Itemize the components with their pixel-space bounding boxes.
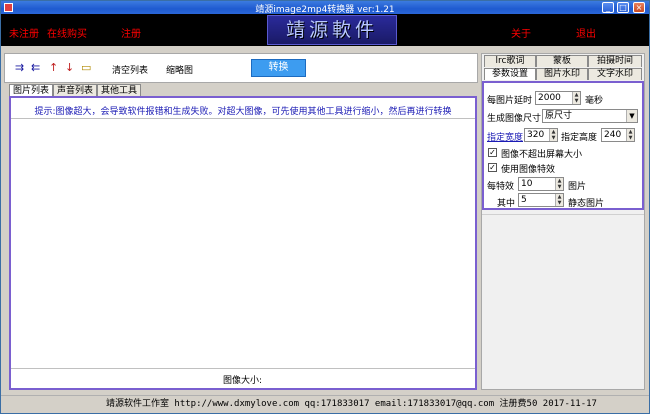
chevron-down-icon[interactable]: ▼ bbox=[626, 110, 637, 122]
divider bbox=[11, 368, 475, 369]
right-empty-panel bbox=[482, 214, 644, 389]
banner-link-buy-online[interactable]: 在线购买 bbox=[47, 25, 87, 40]
add-files-icon[interactable]: ⇉ bbox=[15, 62, 24, 74]
header-banner: 未注册 在线购买 注册 靖源軟件 关于 退出 bbox=[1, 14, 649, 46]
width-label[interactable]: 指定宽度 bbox=[487, 130, 523, 143]
tab-lrc-lyrics[interactable]: lrc歌词 bbox=[484, 55, 536, 67]
static-value: 5 bbox=[521, 195, 527, 205]
banner-link-unregistered[interactable]: 未注册 bbox=[9, 25, 39, 40]
hint-text: 提示:图像超大，会导致软件报错和生成失败。对超大图像，可先使用其他工具进行缩小，… bbox=[34, 107, 452, 117]
image-size-label: 图像大小: bbox=[223, 376, 263, 386]
width-value: 320 bbox=[527, 130, 545, 140]
banner-link-exit[interactable]: 退出 bbox=[576, 25, 596, 40]
open-folder-icon[interactable]: ▭ bbox=[81, 62, 91, 74]
move-up-icon[interactable]: ↑ bbox=[49, 62, 58, 74]
fit-screen-label: 图像不超出屏幕大小 bbox=[501, 150, 583, 160]
size-select[interactable]: 原尺寸 ▼ bbox=[542, 109, 638, 123]
spin-arrows-icon[interactable]: ▲ ▼ bbox=[626, 129, 634, 141]
size-value: 原尺寸 bbox=[545, 111, 573, 121]
settings-area: lrc歌词 蒙板 拍摄时间 参数设置 图片水印 文字水印 每图片延时 2000 … bbox=[481, 53, 645, 390]
move-down-icon[interactable]: ↓ bbox=[65, 62, 74, 74]
title-bar[interactable]: 靖源image2mp4转换器 ver:1.21 _ □ × bbox=[1, 1, 649, 15]
app-window: 靖源image2mp4转换器 ver:1.21 _ □ × 未注册 在线购买 注… bbox=[0, 0, 650, 414]
per-effect-input[interactable]: 10 ▲ ▼ bbox=[518, 177, 564, 191]
per-effect-unit: 图片 bbox=[568, 182, 587, 192]
brand-logo: 靖源軟件 bbox=[267, 15, 397, 45]
per-effect-label: 每特效 bbox=[487, 182, 515, 192]
width-input[interactable]: 320 ▲ ▼ bbox=[524, 128, 558, 142]
tab-parameter-settings[interactable]: 参数设置 bbox=[484, 68, 536, 80]
height-label: 指定高度 bbox=[561, 133, 598, 143]
spin-arrows-icon[interactable]: ▲ ▼ bbox=[555, 178, 563, 190]
banner-link-about[interactable]: 关于 bbox=[511, 25, 531, 40]
image-list-panel[interactable]: 提示:图像超大，会导致软件报错和生成失败。对超大图像，可先使用其他工具进行缩小，… bbox=[9, 96, 477, 390]
spin-arrows-icon[interactable]: ▲ ▼ bbox=[555, 194, 563, 206]
delay-value: 2000 bbox=[538, 93, 561, 103]
effects-label: 使用图像特效 bbox=[501, 165, 556, 175]
toolbar: ⇉ ⇇ ↑ ↓ ▭ 清空列表 缩略图 转换 bbox=[4, 53, 478, 83]
delay-unit: 毫秒 bbox=[585, 96, 604, 106]
spin-arrows-icon[interactable]: ▲ ▼ bbox=[549, 129, 557, 141]
delay-input[interactable]: 2000 ▲ ▼ bbox=[535, 91, 581, 105]
thumbnail-button[interactable]: 缩略图 bbox=[166, 63, 193, 76]
banner-link-register[interactable]: 注册 bbox=[121, 25, 141, 40]
convert-button[interactable]: 转换 bbox=[251, 59, 306, 77]
per-effect-value: 10 bbox=[521, 179, 533, 189]
tab-mask[interactable]: 蒙板 bbox=[536, 55, 588, 67]
minimize-button[interactable]: _ bbox=[602, 2, 614, 13]
footer-info: 靖源软件工作室 http://www.dxmylove.com qq:17183… bbox=[106, 399, 597, 409]
fit-screen-checkbox[interactable]: ✓ bbox=[488, 148, 497, 157]
static-unit: 静态图片 bbox=[568, 199, 605, 209]
status-bar: 靖源软件工作室 http://www.dxmylove.com qq:17183… bbox=[1, 395, 649, 413]
height-input[interactable]: 240 ▲ ▼ bbox=[601, 128, 635, 142]
static-label: 其中 bbox=[497, 199, 516, 209]
tab-image-watermark[interactable]: 图片水印 bbox=[536, 68, 588, 80]
parameter-settings-panel: 每图片延时 2000 ▲ ▼ 毫秒 生成图像尺寸 原尺寸 ▼ 指定宽度 320 ▲… bbox=[482, 81, 644, 210]
clear-list-button[interactable]: 清空列表 bbox=[112, 63, 148, 76]
delay-label: 每图片延时 bbox=[487, 96, 533, 106]
spin-arrows-icon[interactable]: ▲ ▼ bbox=[572, 92, 580, 104]
remove-files-icon[interactable]: ⇇ bbox=[31, 62, 40, 74]
static-input[interactable]: 5 ▲ ▼ bbox=[518, 193, 564, 207]
tab-shooting-time[interactable]: 拍摄时间 bbox=[588, 55, 642, 67]
divider bbox=[11, 118, 475, 119]
close-button[interactable]: × bbox=[633, 2, 645, 13]
tab-text-watermark[interactable]: 文字水印 bbox=[588, 68, 642, 80]
maximize-button[interactable]: □ bbox=[617, 2, 629, 13]
size-label: 生成图像尺寸 bbox=[487, 114, 542, 124]
height-value: 240 bbox=[604, 130, 622, 140]
effects-checkbox[interactable]: ✓ bbox=[488, 163, 497, 172]
